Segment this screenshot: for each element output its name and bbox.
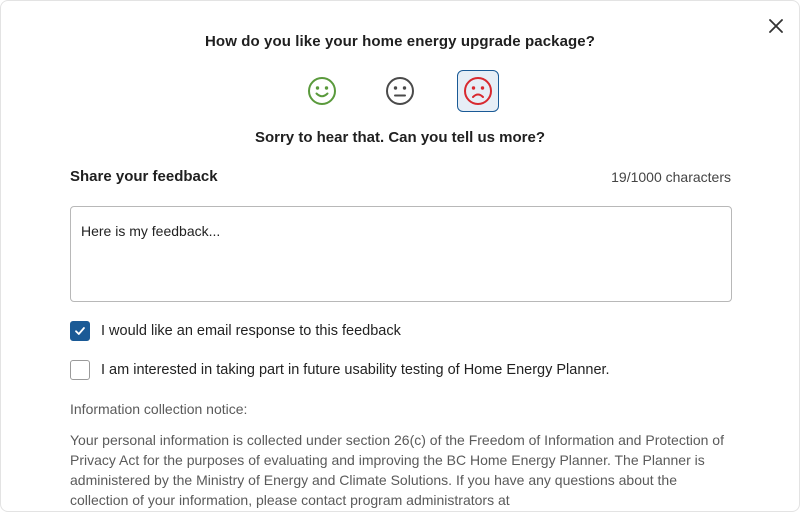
email-response-label: I would like an email response to this f… <box>101 323 401 339</box>
rating-happy-button[interactable] <box>301 70 343 112</box>
followup-prompt: Sorry to hear that. Can you tell us more… <box>254 129 546 146</box>
rating-faces <box>1 70 799 112</box>
happy-face-icon <box>308 77 336 105</box>
notice-body: Your personal information is collected u… <box>70 432 724 508</box>
notice-title: Information collection notice: <box>70 401 248 417</box>
character-count: 19/1000 characters <box>611 169 731 185</box>
close-icon[interactable] <box>769 19 783 33</box>
rating-sad-button[interactable] <box>457 70 499 112</box>
feedback-dialog: How do you like your home energy upgrade… <box>0 0 800 512</box>
neutral-face-icon <box>386 77 414 105</box>
dialog-question: How do you like your home energy upgrade… <box>205 33 595 50</box>
feedback-label: Share your feedback <box>70 168 218 185</box>
sad-face-icon <box>464 77 492 105</box>
usability-testing-checkbox[interactable] <box>70 360 90 380</box>
email-response-option[interactable]: I would like an email response to this f… <box>70 321 401 341</box>
usability-testing-label: I am interested in taking part in future… <box>101 362 610 378</box>
usability-testing-option[interactable]: I am interested in taking part in future… <box>70 360 610 380</box>
email-response-checkbox[interactable] <box>70 321 90 341</box>
rating-neutral-button[interactable] <box>379 70 421 112</box>
feedback-textarea[interactable]: Here is my feedback... <box>70 206 732 302</box>
checkmark-icon <box>75 327 85 335</box>
